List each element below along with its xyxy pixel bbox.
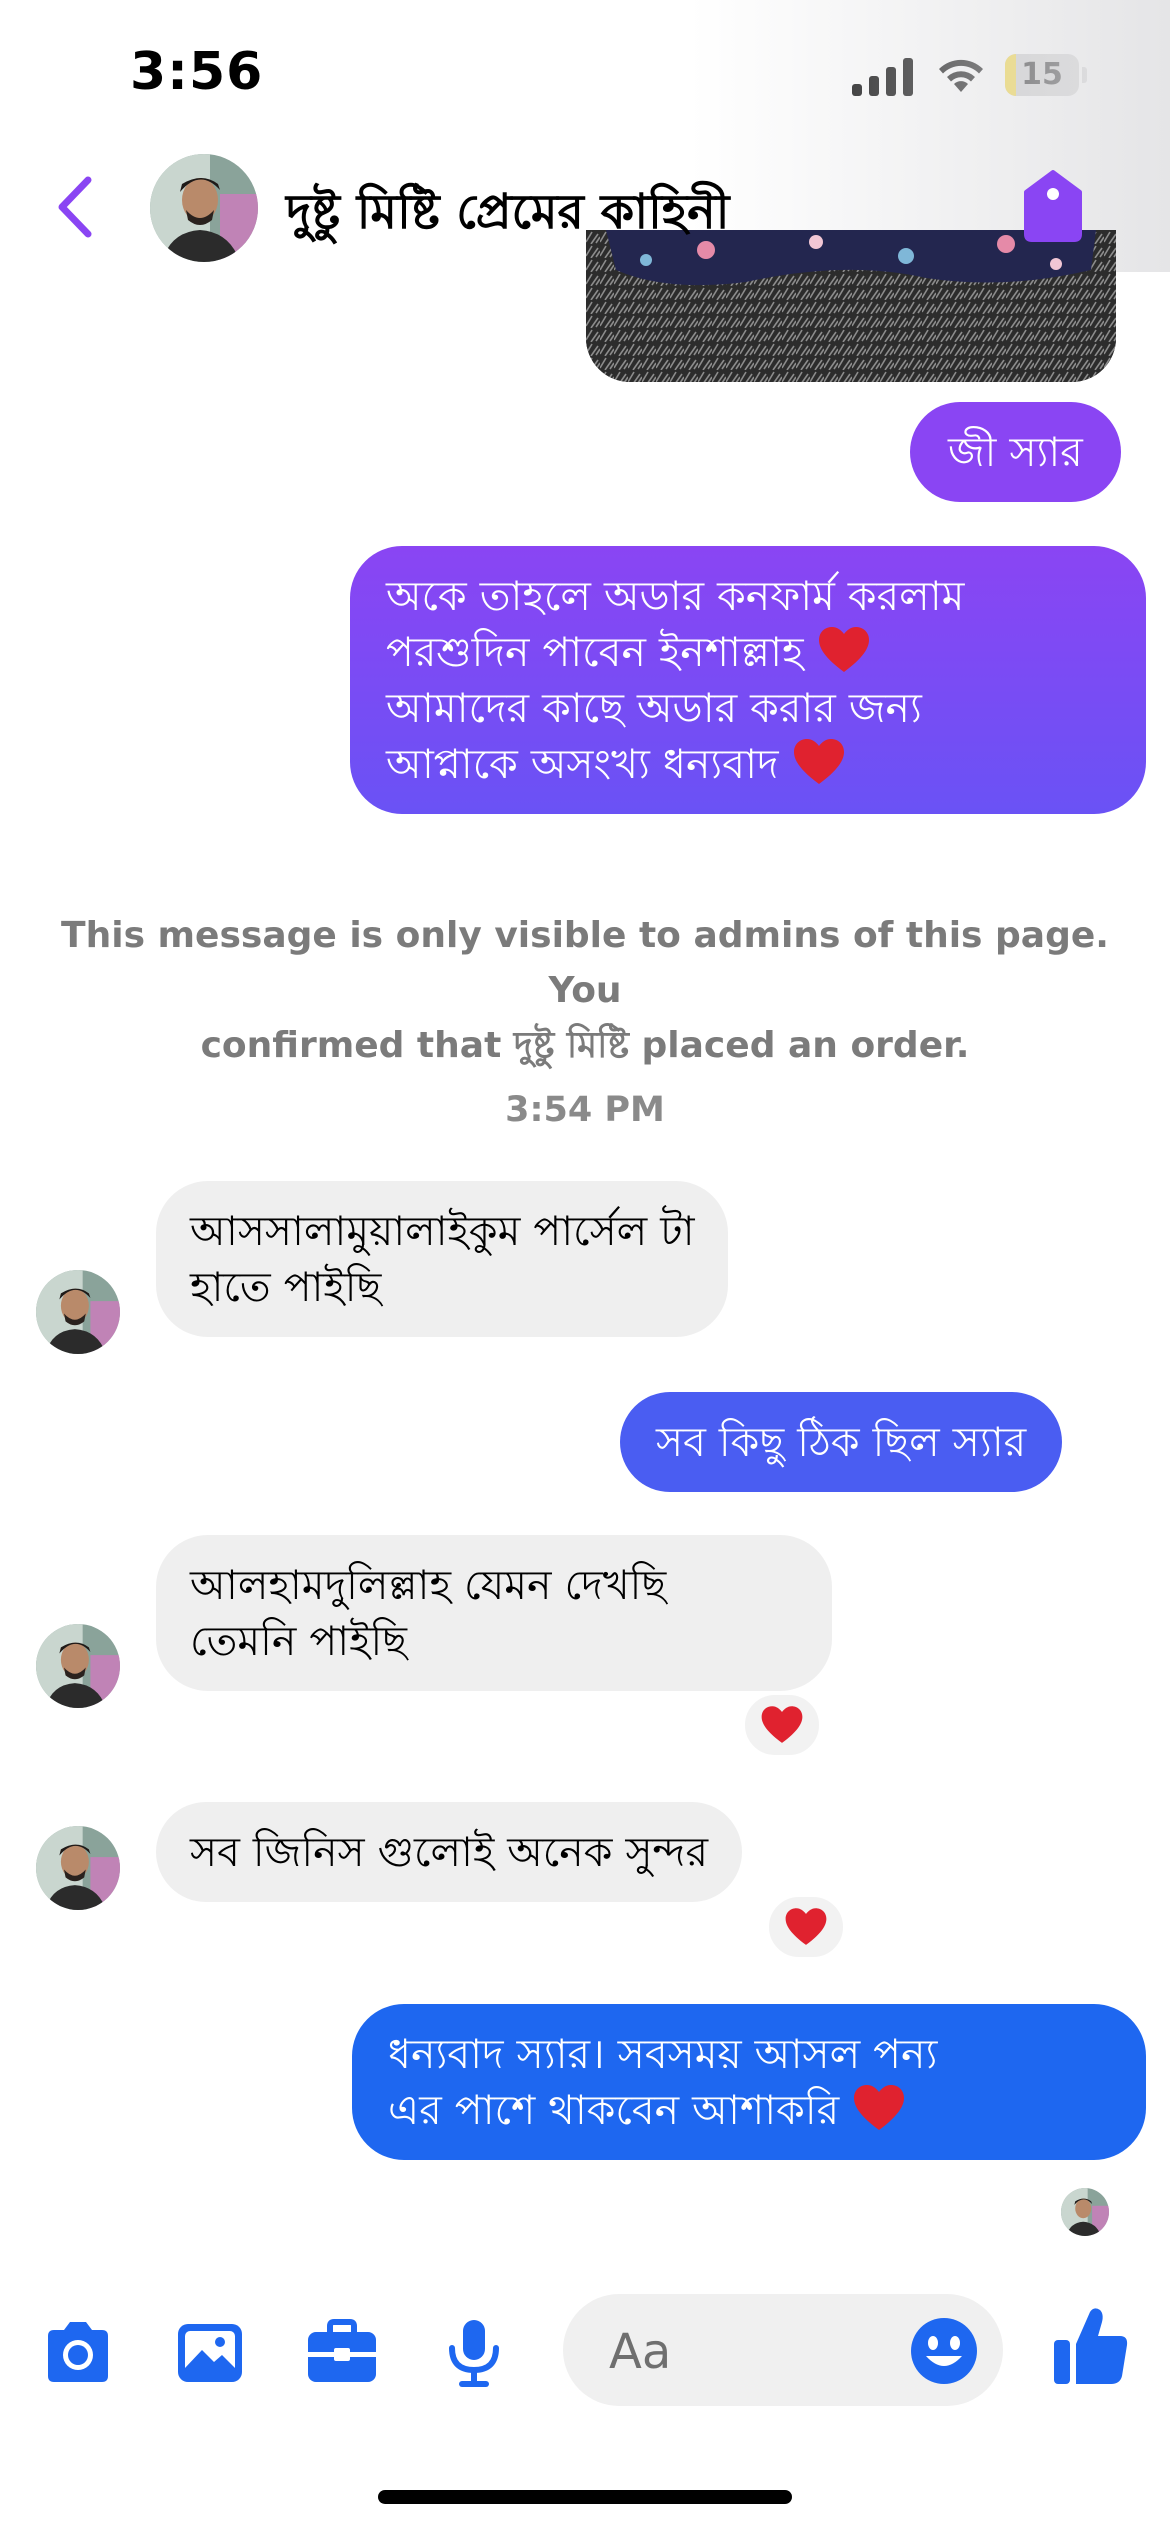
status-time: 3:56 — [130, 42, 264, 102]
cellular-signal-icon — [852, 58, 913, 96]
seen-receipt-avatar — [1061, 2188, 1109, 2236]
red-heart-emoji — [854, 2085, 905, 2130]
battery-indicator: 15 — [1005, 54, 1087, 96]
briefcase-icon[interactable] — [304, 2318, 380, 2388]
conversation-title[interactable]: দুষ্টু মিষ্টি প্রেমের কাহিনী — [286, 176, 730, 255]
gallery-icon[interactable] — [172, 2318, 248, 2388]
outgoing-message[interactable]: জী স্যার — [910, 402, 1121, 502]
sender-avatar[interactable] — [36, 1270, 120, 1354]
message-input-placeholder: Aa — [609, 2324, 672, 2380]
outgoing-message[interactable]: ধন্যবাদ স্যার। সবসময় আসল পন্য এর পাশে থ… — [352, 2004, 1146, 2160]
battery-percent: 15 — [1021, 57, 1063, 92]
sender-avatar[interactable] — [36, 1826, 120, 1910]
red-heart-emoji — [793, 739, 844, 784]
message-input[interactable]: Aa — [563, 2294, 1003, 2406]
emoji-icon[interactable] — [909, 2316, 979, 2386]
admin-order-notice: This message is only visible to admins o… — [61, 915, 1109, 1066]
message-timestamp: 3:54 PM — [505, 1090, 665, 1130]
camera-icon[interactable] — [40, 2318, 116, 2388]
incoming-message[interactable]: সব জিনিস গুলোই অনেক সুন্দর — [156, 1802, 743, 1902]
outgoing-message[interactable]: অকে তাহলে অডার কনফার্ম করলাম পরশুদিন পাব… — [350, 546, 1146, 814]
heart-reaction[interactable] — [741, 1691, 823, 1759]
contact-avatar[interactable] — [150, 154, 258, 262]
sender-avatar[interactable] — [36, 1624, 120, 1708]
heart-reaction[interactable] — [765, 1893, 847, 1961]
tag-icon[interactable] — [1022, 168, 1084, 244]
outgoing-message[interactable]: সব কিছু ঠিক ছিল স্যার — [620, 1392, 1063, 1492]
wifi-icon — [939, 59, 983, 92]
red-heart-icon — [761, 1706, 803, 1743]
message-text: অকে তাহলে অডার কনফার্ম করলাম পরশুদিন পাব… — [386, 572, 965, 676]
incoming-message[interactable]: আসসালামুয়ালাইকুম পার্সেল টা হাতে পাইছি — [156, 1181, 729, 1337]
status-bar: 3:56 15 — [0, 0, 1170, 150]
microphone-icon[interactable] — [436, 2318, 512, 2388]
red-heart-icon — [785, 1908, 827, 1945]
message-composer: Aa — [0, 2280, 1170, 2420]
red-heart-emoji — [818, 627, 869, 672]
home-indicator — [378, 2490, 792, 2504]
incoming-message[interactable]: আলহামদুলিল্লাহ যেমন দেখছি তেমনি পাইছি — [156, 1535, 832, 1691]
chevron-left-icon[interactable] — [48, 172, 108, 242]
thumbs-up-icon[interactable] — [1050, 2304, 1130, 2388]
